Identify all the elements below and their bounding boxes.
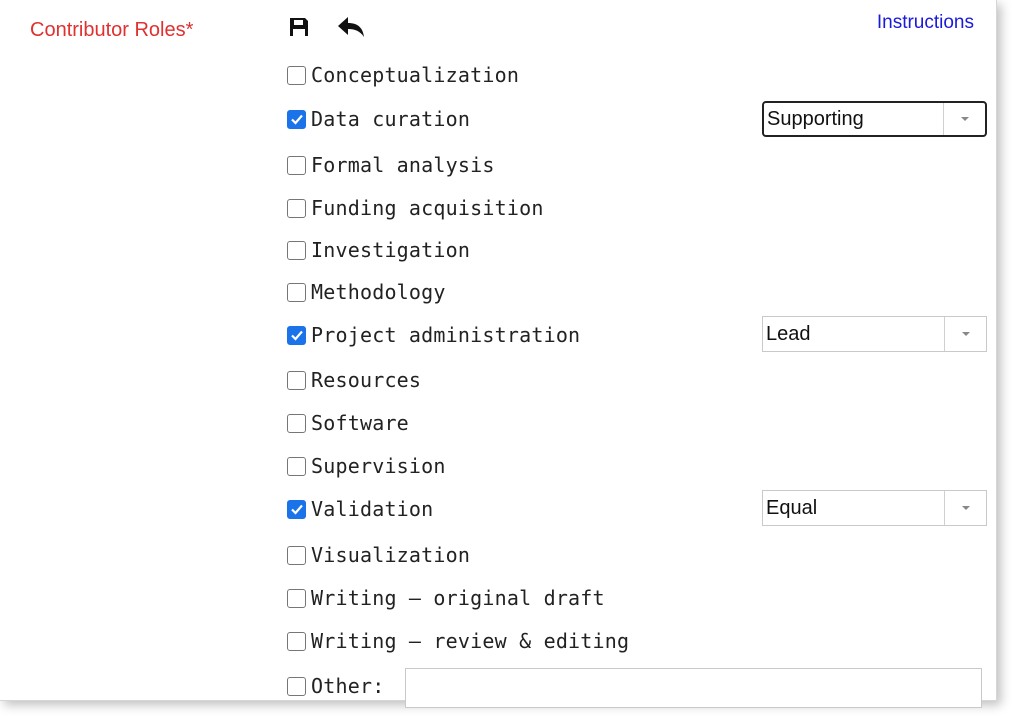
reply-icon[interactable]	[336, 12, 366, 42]
role-item-supervision[interactable]: Supervision	[287, 451, 446, 481]
role-label: Funding acquisition	[311, 196, 544, 220]
checkbox[interactable]	[287, 65, 306, 85]
role-item-validation[interactable]: Validation	[287, 494, 433, 524]
checkbox-checked[interactable]	[287, 109, 306, 129]
check-icon	[290, 114, 303, 125]
contributor-roles-panel: Contributor Roles* Instructions Conceptu…	[0, 0, 997, 708]
select-value: Supporting	[767, 107, 864, 130]
degree-select-data-curation[interactable]: Supporting	[762, 101, 987, 137]
role-item-visualization[interactable]: Visualization	[287, 540, 470, 570]
role-item-data-curation[interactable]: Data curation	[287, 104, 470, 134]
degree-select-project-administration[interactable]: Lead	[762, 316, 987, 352]
chevron-down-icon[interactable]	[943, 103, 985, 135]
checkbox[interactable]	[287, 155, 306, 175]
checkbox-checked[interactable]	[287, 325, 306, 345]
checkbox[interactable]	[287, 631, 306, 651]
degree-select-validation[interactable]: Equal	[762, 490, 987, 526]
checkbox[interactable]	[287, 545, 306, 565]
role-label: Visualization	[311, 543, 471, 567]
role-label: Writing – original draft	[311, 586, 605, 610]
check-icon	[290, 330, 303, 341]
checkbox[interactable]	[287, 198, 306, 218]
role-item-writing-review-editing[interactable]: Writing – review & editing	[287, 626, 629, 656]
checkbox-checked[interactable]	[287, 499, 306, 519]
check-icon	[290, 504, 303, 515]
role-item-project-administration[interactable]: Project administration	[287, 320, 580, 350]
role-label: Data curation	[311, 107, 471, 131]
chevron-down-icon[interactable]	[944, 491, 986, 525]
role-item-formal-analysis[interactable]: Formal analysis	[287, 150, 495, 180]
checkbox[interactable]	[287, 588, 306, 608]
role-item-investigation[interactable]: Investigation	[287, 235, 470, 265]
checkbox[interactable]	[287, 413, 306, 433]
role-label: Resources	[311, 368, 422, 392]
role-item-conceptualization[interactable]: Conceptualization	[287, 60, 519, 90]
role-label: Validation	[311, 497, 434, 521]
role-label: Supervision	[311, 454, 446, 478]
chevron-down-icon[interactable]	[944, 317, 986, 351]
role-label: Methodology	[311, 280, 446, 304]
field-label: Contributor Roles*	[30, 19, 194, 41]
other-role-input[interactable]	[405, 668, 982, 708]
role-label: Investigation	[311, 238, 471, 262]
role-item-writing-original-draft[interactable]: Writing – original draft	[287, 583, 605, 613]
checkbox[interactable]	[287, 676, 306, 696]
role-label: Formal analysis	[311, 153, 495, 177]
role-label: Conceptualization	[311, 63, 520, 87]
role-label: Software	[311, 411, 409, 435]
role-item-methodology[interactable]: Methodology	[287, 277, 446, 307]
role-label: Writing – review & editing	[311, 629, 630, 653]
role-label: Project administration	[311, 323, 581, 347]
checkbox[interactable]	[287, 240, 306, 260]
checkbox[interactable]	[287, 282, 306, 302]
select-value: Lead	[766, 322, 811, 345]
checkbox[interactable]	[287, 370, 306, 390]
role-item-software[interactable]: Software	[287, 408, 409, 438]
checkbox[interactable]	[287, 456, 306, 476]
save-icon[interactable]	[284, 12, 314, 42]
select-value: Equal	[766, 496, 818, 519]
role-label: Other:	[311, 674, 385, 698]
role-item-funding-acquisition[interactable]: Funding acquisition	[287, 193, 544, 223]
role-item-resources[interactable]: Resources	[287, 365, 421, 395]
instructions-link[interactable]: Instructions	[877, 12, 974, 34]
role-item-other[interactable]: Other:	[287, 671, 384, 701]
